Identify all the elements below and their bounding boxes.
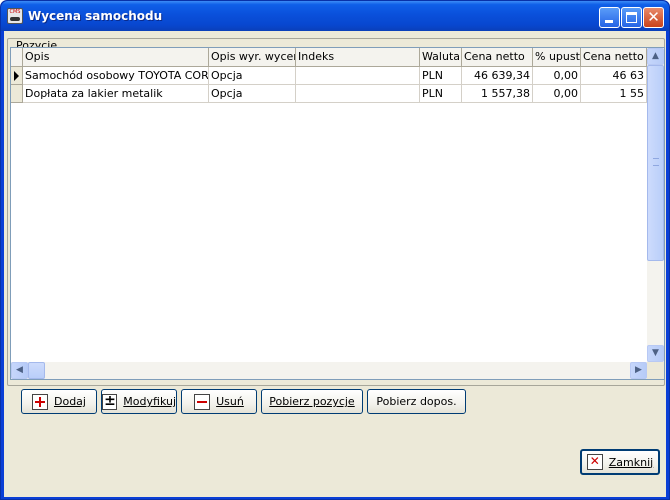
- row-indicator: [11, 67, 23, 85]
- title-bar[interactable]: Wycena samochodu ✕: [1, 1, 669, 31]
- scroll-left-button[interactable]: ◀: [11, 362, 28, 379]
- cell-cena-netto-p[interactable]: 1 55: [581, 85, 647, 103]
- fetch-positions-button[interactable]: Pobierz pozycje: [261, 389, 363, 414]
- scroll-down-button[interactable]: ▼: [647, 345, 664, 362]
- grip-icon: [653, 158, 659, 166]
- table-row[interactable]: Samochód osobowy TOYOTA COROL Opcja PLN …: [11, 67, 647, 85]
- chevron-down-icon: ▼: [652, 348, 659, 358]
- scroll-right-button[interactable]: ▶: [630, 362, 647, 379]
- cell-indeks[interactable]: [296, 67, 420, 85]
- cell-upust[interactable]: 0,00: [533, 67, 581, 85]
- window-title: Wycena samochodu: [28, 9, 163, 23]
- modify-icon: [102, 393, 118, 410]
- chevron-up-icon: ▲: [652, 51, 659, 61]
- cell-cena-netto-p[interactable]: 46 63: [581, 67, 647, 85]
- row-indicator: [11, 85, 23, 103]
- scrollbar-corner: [647, 362, 664, 379]
- close-dialog-icon: [586, 454, 603, 470]
- cell-indeks[interactable]: [296, 85, 420, 103]
- vertical-scrollbar[interactable]: ▲ ▼: [647, 48, 664, 362]
- minimize-button[interactable]: [599, 7, 620, 28]
- minimize-icon: [605, 20, 613, 23]
- add-button-label: Dodaj: [54, 395, 86, 408]
- table-row[interactable]: Dopłata za lakier metalik Opcja PLN 1 55…: [11, 85, 647, 103]
- cell-waluta[interactable]: PLN: [420, 85, 462, 103]
- scroll-up-button[interactable]: ▲: [647, 48, 664, 65]
- close-dialog-button[interactable]: Zamknij: [580, 449, 660, 475]
- add-icon: [32, 393, 48, 410]
- maximize-icon: [626, 12, 637, 23]
- delete-icon: [194, 393, 211, 410]
- app-car-icon[interactable]: [7, 8, 23, 24]
- client-area: Pozycje Opis Opis wyr. wyceny Indeks Wal…: [4, 31, 666, 497]
- modify-button-label: Modyfikuj: [123, 395, 176, 408]
- cell-opis[interactable]: Samochód osobowy TOYOTA COROL: [23, 67, 209, 85]
- header-cena-netto[interactable]: Cena netto: [462, 48, 533, 67]
- fetch-positions-label: Pobierz pozycje: [269, 395, 355, 408]
- current-row-arrow-icon: [14, 71, 19, 81]
- cell-opis-wyr[interactable]: Opcja: [209, 85, 296, 103]
- header-opis-wyr-wyceny[interactable]: Opis wyr. wyceny: [209, 48, 296, 67]
- cell-waluta[interactable]: PLN: [420, 67, 462, 85]
- close-button[interactable]: ✕: [643, 7, 664, 28]
- positions-grid[interactable]: Opis Opis wyr. wyceny Indeks Waluta Cena…: [10, 47, 665, 380]
- header-upust[interactable]: % upustu: [533, 48, 581, 67]
- cell-upust[interactable]: 0,00: [533, 85, 581, 103]
- vertical-scroll-thumb[interactable]: [647, 65, 664, 261]
- fetch-accessories-button[interactable]: Pobierz dopos.: [367, 389, 466, 414]
- cell-opis-wyr[interactable]: Opcja: [209, 67, 296, 85]
- maximize-button[interactable]: [621, 7, 642, 28]
- horizontal-scroll-thumb[interactable]: [28, 362, 45, 379]
- chevron-right-icon: ▶: [635, 365, 642, 375]
- horizontal-scrollbar[interactable]: ◀ ▶: [11, 362, 647, 379]
- header-indeks[interactable]: Indeks: [296, 48, 420, 67]
- modify-button[interactable]: Modyfikuj: [101, 389, 177, 414]
- app-window: Wycena samochodu ✕ Pozycje Opis Opis wyr…: [0, 0, 670, 500]
- grid-header: Opis Opis wyr. wyceny Indeks Waluta Cena…: [11, 48, 647, 67]
- delete-button[interactable]: Usuń: [181, 389, 257, 414]
- header-indicator: [11, 48, 23, 67]
- cell-cena-netto[interactable]: 46 639,34: [462, 67, 533, 85]
- header-waluta[interactable]: Waluta: [420, 48, 462, 67]
- cell-opis[interactable]: Dopłata za lakier metalik: [23, 85, 209, 103]
- grid-body: Samochód osobowy TOYOTA COROL Opcja PLN …: [11, 67, 647, 103]
- header-cena-netto-p[interactable]: Cena netto p.: [581, 48, 647, 67]
- close-icon: ✕: [647, 8, 660, 26]
- close-dialog-label: Zamknij: [608, 455, 654, 469]
- chevron-left-icon: ◀: [16, 365, 23, 375]
- delete-button-label: Usuń: [216, 395, 244, 408]
- add-button[interactable]: Dodaj: [21, 389, 97, 414]
- fetch-accessories-label: Pobierz dopos.: [376, 395, 457, 408]
- cell-cena-netto[interactable]: 1 557,38: [462, 85, 533, 103]
- header-opis[interactable]: Opis: [23, 48, 209, 67]
